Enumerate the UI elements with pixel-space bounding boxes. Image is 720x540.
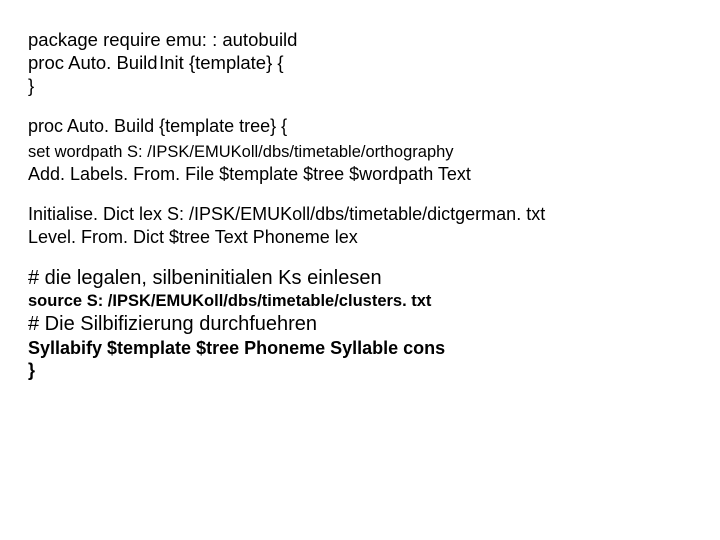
code-line: proc Auto. Build {template tree} { — [28, 115, 692, 138]
comment-line: # die legalen, silbeninitialen Ks einles… — [28, 266, 692, 291]
blank-line — [28, 97, 692, 115]
code-line: } — [28, 359, 692, 382]
code-line: package require emu: : autobuild — [28, 28, 692, 51]
code-line: proc Auto. Build Init {template} { — [28, 51, 692, 74]
comment-line: # Die Silbifizierung durchfuehren — [28, 312, 692, 337]
code-line: set wordpath S: /IPSK/EMUKoll/dbs/timeta… — [28, 142, 692, 163]
code-slide: package require emu: : autobuild proc Au… — [0, 0, 720, 382]
code-line: Level. From. Dict $tree Text Phoneme lex — [28, 226, 692, 249]
code-line: source S: /IPSK/EMUKoll/dbs/timetable/cl… — [28, 291, 692, 312]
code-line: Syllabify $template $tree Phoneme Syllab… — [28, 337, 692, 360]
blank-line — [28, 185, 692, 203]
code-line: Initialise. Dict lex S: /IPSK/EMUKoll/db… — [28, 203, 692, 226]
code-line: } — [28, 74, 692, 97]
code-line: Add. Labels. From. File $template $tree … — [28, 163, 692, 186]
blank-line — [28, 248, 692, 266]
